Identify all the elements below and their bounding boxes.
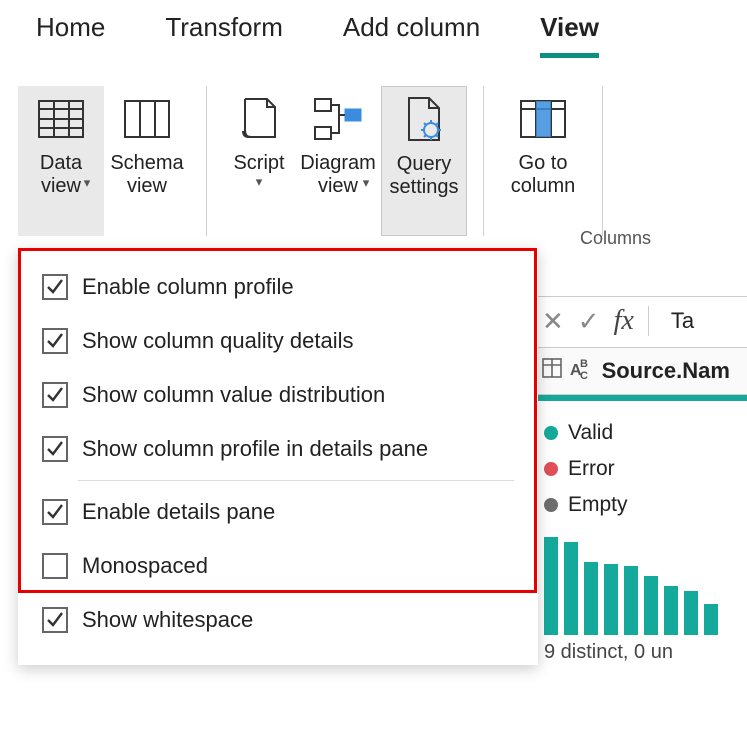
goto-column-button[interactable]: Go to column	[500, 86, 586, 236]
bar	[644, 576, 658, 635]
tab-transform[interactable]: Transform	[165, 12, 283, 53]
divider	[206, 86, 207, 236]
stat-label: Empty	[568, 493, 628, 517]
columns-icon	[124, 92, 170, 146]
chevron-down-icon: ▾	[256, 175, 263, 190]
divider	[483, 86, 484, 236]
schema-view-label: Schema view	[110, 152, 183, 198]
diagram-view-button[interactable]: Diagram view ▾	[295, 86, 381, 236]
checkbox-checked-icon	[42, 274, 68, 300]
data-view-button[interactable]: Data view ▾	[18, 86, 104, 236]
distribution-summary: 9 distinct, 0 un	[530, 639, 747, 666]
schema-view-button[interactable]: Schema view	[104, 86, 190, 236]
quality-stats: Valid Error Empty	[530, 401, 747, 529]
dot-icon	[544, 462, 558, 476]
stat-error: Error	[544, 451, 733, 487]
close-icon[interactable]: ✕	[542, 306, 564, 337]
script-icon	[239, 92, 279, 146]
dot-icon	[544, 426, 558, 440]
formula-bar: ✕ ✓ fx Ta	[530, 297, 747, 348]
tab-view[interactable]: View	[540, 12, 599, 58]
query-settings-label: Query settings	[390, 153, 459, 199]
chevron-down-icon: ▾	[363, 176, 370, 191]
query-settings-button[interactable]: Query settings	[381, 86, 467, 236]
formula-text[interactable]: Ta	[663, 308, 694, 334]
table-icon	[542, 358, 562, 384]
ribbon-tabs: Home Transform Add column View	[0, 0, 747, 62]
option-monospaced[interactable]: Monospaced	[38, 539, 518, 593]
option-label: Show whitespace	[82, 607, 253, 633]
check-icon[interactable]: ✓	[578, 306, 600, 337]
dot-icon	[544, 498, 558, 512]
checkbox-checked-icon	[42, 499, 68, 525]
option-value-distribution[interactable]: Show column value distribution	[38, 368, 518, 422]
distribution-chart	[530, 529, 747, 639]
option-label: Monospaced	[82, 553, 208, 579]
option-column-quality[interactable]: Show column quality details	[38, 314, 518, 368]
column-header[interactable]: ABC Source.Nam	[530, 348, 747, 395]
bar	[584, 562, 598, 636]
goto-column-label: Go to column	[511, 152, 575, 198]
option-enable-column-profile[interactable]: Enable column profile	[38, 260, 518, 314]
preview-pane: ✕ ✓ fx Ta ABC Source.Nam Valid Error Emp…	[530, 296, 747, 726]
ribbon: Data view ▾ Schema view Script ▾ Diagram…	[0, 62, 747, 272]
checkbox-checked-icon	[42, 607, 68, 633]
bar	[664, 586, 678, 635]
script-label: Script	[233, 152, 284, 175]
option-label: Show column profile in details pane	[82, 436, 428, 462]
stat-empty: Empty	[544, 487, 733, 523]
option-profile-in-pane[interactable]: Show column profile in details pane	[38, 422, 518, 476]
goto-column-icon	[520, 92, 566, 146]
divider	[78, 480, 514, 481]
data-view-label: Data view	[40, 152, 82, 198]
table-grid-icon	[38, 92, 84, 146]
chevron-down-icon: ▾	[84, 176, 91, 191]
document-gear-icon	[403, 93, 445, 147]
option-label: Enable column profile	[82, 274, 294, 300]
checkbox-checked-icon	[42, 436, 68, 462]
option-label: Show column quality details	[82, 328, 353, 354]
option-label: Show column value distribution	[82, 382, 385, 408]
checkbox-checked-icon	[42, 382, 68, 408]
stat-label: Error	[568, 457, 615, 481]
option-label: Enable details pane	[82, 499, 275, 525]
column-name: Source.Nam	[590, 358, 730, 384]
stat-label: Valid	[568, 421, 613, 445]
option-enable-details-pane[interactable]: Enable details pane	[38, 485, 518, 539]
data-view-dropdown: Enable column profile Show column qualit…	[18, 248, 538, 665]
tab-home[interactable]: Home	[36, 12, 105, 53]
option-show-whitespace[interactable]: Show whitespace	[38, 593, 518, 647]
stat-valid: Valid	[544, 415, 733, 451]
bar	[624, 566, 638, 635]
checkbox-checked-icon	[42, 328, 68, 354]
diagram-icon	[313, 92, 363, 146]
bar	[704, 604, 718, 635]
bar	[684, 591, 698, 635]
script-button[interactable]: Script ▾	[223, 86, 295, 236]
fx-label[interactable]: fx	[614, 305, 634, 337]
text-type-icon: ABC	[570, 362, 582, 380]
divider	[602, 86, 603, 236]
bar	[564, 542, 578, 635]
columns-group-label: Columns	[580, 228, 651, 249]
checkbox-unchecked-icon	[42, 553, 68, 579]
bar	[544, 537, 558, 635]
tab-add-column[interactable]: Add column	[343, 12, 480, 53]
bar	[604, 564, 618, 635]
